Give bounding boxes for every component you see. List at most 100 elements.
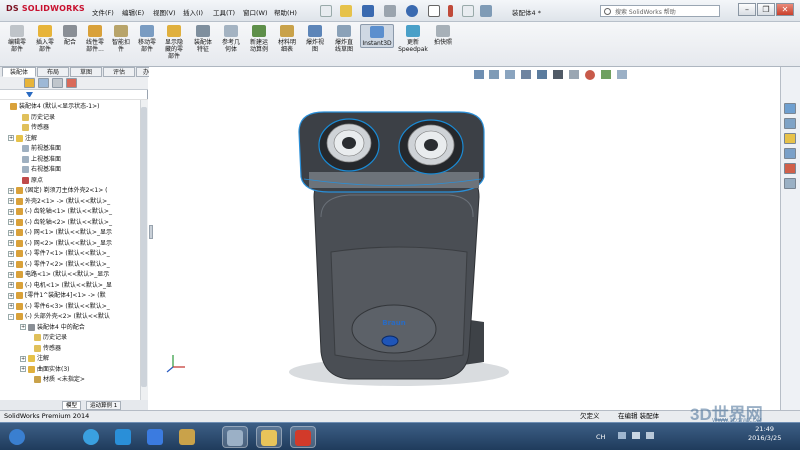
print-icon[interactable] [384,5,396,17]
tree-filter[interactable] [0,91,148,100]
display-manager-icon[interactable] [66,78,77,88]
design-library-icon[interactable] [784,118,796,129]
tree-item[interactable]: - (-) 头部外壳<2> (默认<<默认 [0,312,146,322]
start-taskbar-button[interactable] [4,426,30,448]
language-indicator[interactable]: CH [596,433,605,441]
menu-view[interactable]: 视图(V) [153,7,176,17]
view-settings-icon[interactable] [617,70,627,79]
tree-item[interactable]: 装配体4 (默认<显示状态-1>) [0,102,146,112]
expand-toggle-icon[interactable]: + [8,271,14,278]
menu-help[interactable]: 帮助(H) [274,7,297,17]
expand-toggle-icon[interactable]: + [8,135,14,141]
menu-insert[interactable]: 插入(I) [183,7,203,17]
filter-icon[interactable] [26,92,33,98]
configuration-manager-icon[interactable] [52,78,63,88]
rebuild-icon[interactable] [448,5,453,17]
tree-item[interactable]: + (-) 零件6<3> (默认<<默认>_ [0,302,146,312]
appearances-icon[interactable] [784,163,796,174]
tree-item[interactable]: 右视基准面 [0,165,146,175]
command-1[interactable]: 插入零 部件 [32,24,58,53]
tree-item[interactable]: + (-) 零件7<2> (默认<<默认>_ [0,260,146,270]
zoom-area-icon[interactable] [489,70,499,79]
panel-collapse-handle[interactable] [149,225,153,239]
command-15[interactable]: 拍快照 [432,24,454,46]
system-clock[interactable]: 21:49 2016/3/25 [748,425,781,443]
command-8[interactable]: 参考几 何体 [218,24,244,53]
expand-toggle-icon[interactable]: + [8,282,14,288]
select-arrow-icon[interactable] [428,5,440,17]
expand-toggle-icon[interactable]: + [8,198,14,204]
solidworks-taskbar-button[interactable] [290,426,316,448]
file-properties-icon[interactable] [462,5,474,17]
tree-item[interactable]: + 注解 [0,134,146,144]
tray-icon[interactable] [618,432,626,439]
tree-item[interactable]: + (-) 零件7<1> (默认<<默认>_ [0,249,146,259]
view-palette-icon[interactable] [784,148,796,159]
tree-item[interactable]: 材质 <未指定> [0,375,146,385]
help-search-input[interactable]: 搜索 SolidWorks 帮助 [600,5,720,17]
tree-item[interactable]: 原点 [0,176,146,186]
expand-toggle-icon[interactable]: + [8,303,14,309]
tree-item[interactable]: 前视基准面 [0,144,146,154]
command-10[interactable]: 材料明 细表 [274,24,300,53]
tree-item[interactable]: + (-) 齿轮轴<2> (默认<<默认>_ [0,218,146,228]
tree-item[interactable]: 上视基准面 [0,155,146,165]
expand-toggle-icon[interactable]: + [8,219,14,225]
expand-toggle-icon[interactable]: + [8,240,14,246]
expand-toggle-icon[interactable]: + [20,355,26,362]
tree-item[interactable]: 传感器 [0,344,146,354]
left-cutter-head[interactable] [318,118,380,172]
command-6[interactable]: 显示隐 藏的零 部件 [160,24,188,60]
command-2[interactable]: 配合 [60,24,80,46]
tab-layout[interactable]: 布局 [37,67,69,77]
close-button[interactable]: ✕ [776,3,794,16]
tree-item[interactable]: + 注解 [0,354,146,364]
expand-toggle-icon[interactable]: + [20,324,26,330]
expand-toggle-icon[interactable]: - [8,313,14,320]
command-14[interactable]: 更新 Speedpak [398,24,428,53]
command-0[interactable]: 编辑零 部件 [4,24,30,53]
expand-toggle-icon[interactable]: + [8,187,14,194]
new-document-icon[interactable] [320,5,332,17]
command-9[interactable]: 新建运 动算例 [246,24,272,53]
command-11[interactable]: 爆炸视 图 [302,24,328,53]
tab-motion-study[interactable]: 运动算例 1 [86,401,122,410]
paint-app-taskbar-button[interactable] [174,426,200,448]
appearance-icon[interactable] [585,70,595,80]
hide-show-icon[interactable] [569,70,579,79]
tree-item[interactable]: + 曲面实体(3) [0,365,146,375]
menu-tools[interactable]: 工具(T) [213,7,235,17]
tree-item[interactable]: + (-) 齿轮轴<1> (默认<<默认>_ [0,207,146,217]
tree-item[interactable]: + (-) 电机<1> (默认<<默认>_显 [0,281,146,291]
minimize-button[interactable]: – [738,3,756,16]
view-toolbar[interactable] [474,70,627,80]
solidworks-logo[interactable]: DS SOLIDWORKS [6,4,85,13]
tree-item[interactable]: 历史记录 [0,333,146,343]
tree-item[interactable]: 历史记录 [0,113,146,123]
explorer-taskbar-button[interactable] [256,426,282,448]
tree-item[interactable]: + 外壳2<1> -> (默认<<默认>_ [0,197,146,207]
expand-toggle-icon[interactable]: + [8,229,14,236]
tab-assembly[interactable]: 装配体 [2,67,36,77]
graphics-viewport[interactable]: Braun [149,67,780,410]
tab-sketch[interactable]: 草图 [70,67,102,77]
menu-edit[interactable]: 编辑(E) [122,7,144,17]
tab-evaluate[interactable]: 评估 [103,67,135,77]
command-3[interactable]: 线性零 部件... [82,24,108,53]
command-5[interactable]: 移动零 部件 [134,24,160,53]
expand-toggle-icon[interactable]: + [8,292,14,299]
options-gear-icon[interactable] [480,5,492,17]
volume-icon[interactable] [646,432,654,439]
expand-toggle-icon[interactable]: + [20,366,26,372]
tree-item[interactable]: + (固定) 剃须刀主体外壳2<1> ( [0,186,146,196]
scene-icon[interactable] [601,70,611,79]
tree-scrollbar-thumb[interactable] [141,107,147,387]
save-icon[interactable] [362,5,374,17]
restore-button[interactable]: ❐ [757,3,775,16]
property-manager-icon[interactable] [38,78,49,88]
tab-model[interactable]: 模型 [62,401,82,410]
solidworks-resources-icon[interactable] [784,103,796,114]
open-folder-icon[interactable] [340,5,352,17]
tree-item[interactable]: 传感器 [0,123,146,133]
feature-tree-icon[interactable] [24,78,35,88]
